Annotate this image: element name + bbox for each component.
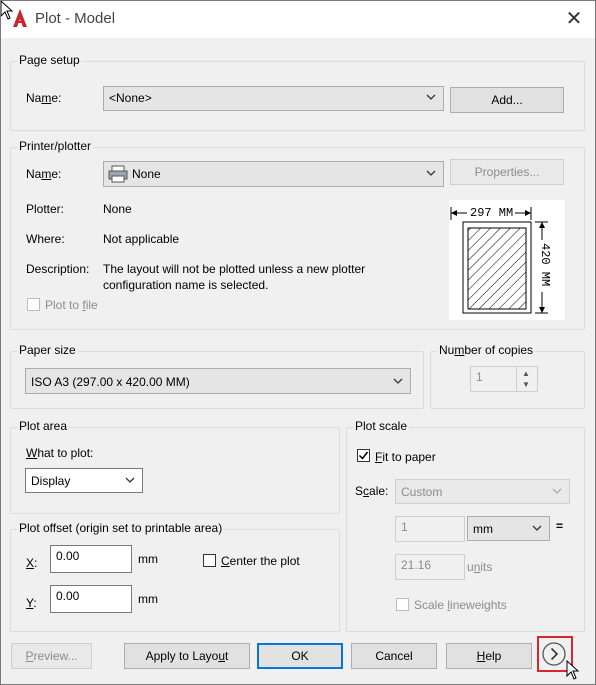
center-plot-checkbox[interactable] (203, 554, 216, 567)
offset-y-value: 0.00 (56, 589, 80, 603)
preview-button[interactable]: Preview... (11, 643, 92, 669)
scale-label: Scale: (355, 484, 389, 498)
checkmark-icon (358, 451, 369, 460)
paper-size-value: ISO A3 (297.00 x 420.00 MM) (31, 375, 190, 389)
plot-to-file-checkbox[interactable] (27, 298, 40, 311)
ok-button[interactable]: OK (257, 643, 343, 669)
page-setup-name-select[interactable]: <None> (103, 86, 444, 111)
description-line-1: The layout will not be plotted unless a … (103, 262, 366, 276)
help-button[interactable]: Help (446, 643, 532, 669)
scale-denominator-input[interactable]: 21.16 (395, 554, 465, 580)
center-plot-label: Center the plot (221, 554, 300, 568)
scale-lineweights-checkbox[interactable] (396, 598, 409, 611)
scale-denominator-unit: units (467, 560, 493, 574)
page-setup-name-label: Name: (26, 91, 62, 105)
scale-value: Custom (401, 485, 443, 499)
chevron-down-icon (425, 166, 437, 183)
spin-up-icon[interactable]: ▲ (522, 369, 530, 378)
close-icon[interactable]: ✕ (563, 8, 585, 30)
mouse-cursor-icon (566, 659, 580, 683)
chevron-down-icon (551, 484, 563, 501)
offset-x-unit: mm (138, 552, 158, 566)
where-label: Where: (26, 232, 65, 246)
plot-to-file-label: Plot to file (45, 298, 98, 312)
scale-lineweights-label: Scale lineweights (414, 598, 507, 612)
preview-height-label: 420 MM (538, 243, 552, 287)
printer-name-label: Name: (26, 167, 62, 181)
page-setup-legend: Page setup (17, 53, 82, 67)
cancel-button[interactable]: Cancel (351, 643, 437, 669)
offset-y-unit: mm (138, 592, 158, 606)
printer-properties-button[interactable]: Properties... (450, 159, 564, 185)
equals-sign: = (556, 519, 564, 533)
scale-numerator-value: 1 (401, 520, 408, 534)
plotter-label: Plotter: (26, 202, 65, 216)
offset-x-label: X: (26, 556, 38, 570)
scale-unit-select[interactable]: mm (467, 516, 550, 541)
scale-numerator-input[interactable]: 1 (395, 516, 465, 542)
add-page-setup-button[interactable]: Add... (450, 87, 564, 113)
scale-select[interactable]: Custom (395, 479, 570, 504)
offset-x-value: 0.00 (56, 549, 80, 563)
scale-unit-value: mm (473, 522, 493, 536)
where-value: Not applicable (103, 232, 180, 246)
plot-offset-legend: Plot offset (origin set to printable are… (17, 521, 225, 535)
apply-to-layout-button[interactable]: Apply to Layout (124, 643, 250, 669)
paper-preview: 297 MM 420 MM (449, 200, 565, 320)
chevron-down-icon (392, 374, 404, 391)
preview-width-label: 297 MM (470, 206, 514, 220)
fit-to-paper-label: Fit to paper (375, 450, 436, 464)
scale-denominator-value: 21.16 (401, 558, 432, 572)
page-setup-name-value: <None> (109, 91, 152, 105)
paper-size-select[interactable]: ISO A3 (297.00 x 420.00 MM) (25, 368, 411, 394)
what-to-plot-value: Display (31, 474, 71, 488)
fit-to-paper-checkbox[interactable] (357, 449, 370, 462)
paper-size-legend: Paper size (17, 343, 78, 357)
more-options-button[interactable] (541, 641, 567, 667)
plot-scale-legend: Plot scale (353, 419, 410, 433)
description-label: Description: (26, 262, 90, 276)
what-to-plot-label: What to plot: (26, 446, 94, 460)
what-to-plot-select[interactable]: Display (25, 468, 143, 493)
plotter-value: None (103, 202, 132, 216)
chevron-down-icon (124, 473, 136, 490)
copies-legend: Number of copies (437, 343, 536, 357)
printer-name-select[interactable]: None (103, 161, 444, 187)
copies-value: 1 (476, 370, 483, 384)
printer-name-value: None (132, 167, 161, 181)
chevron-down-icon (531, 521, 543, 538)
offset-y-input[interactable]: 0.00 (50, 585, 132, 613)
description-line-2: configuration name is selected. (103, 278, 269, 292)
printer-plotter-legend: Printer/plotter (17, 139, 94, 153)
copies-spinner[interactable]: ▲ ▼ (516, 367, 537, 391)
offset-x-input[interactable]: 0.00 (50, 545, 132, 573)
plot-area-legend: Plot area (17, 419, 70, 433)
mouse-cursor-icon (0, 0, 14, 23)
spin-down-icon[interactable]: ▼ (522, 380, 530, 389)
printer-icon (108, 165, 128, 186)
chevron-right-circle-icon (542, 642, 566, 666)
offset-y-label: Y: (26, 596, 37, 610)
chevron-down-icon (425, 90, 437, 107)
window-title: Plot - Model (35, 10, 116, 27)
